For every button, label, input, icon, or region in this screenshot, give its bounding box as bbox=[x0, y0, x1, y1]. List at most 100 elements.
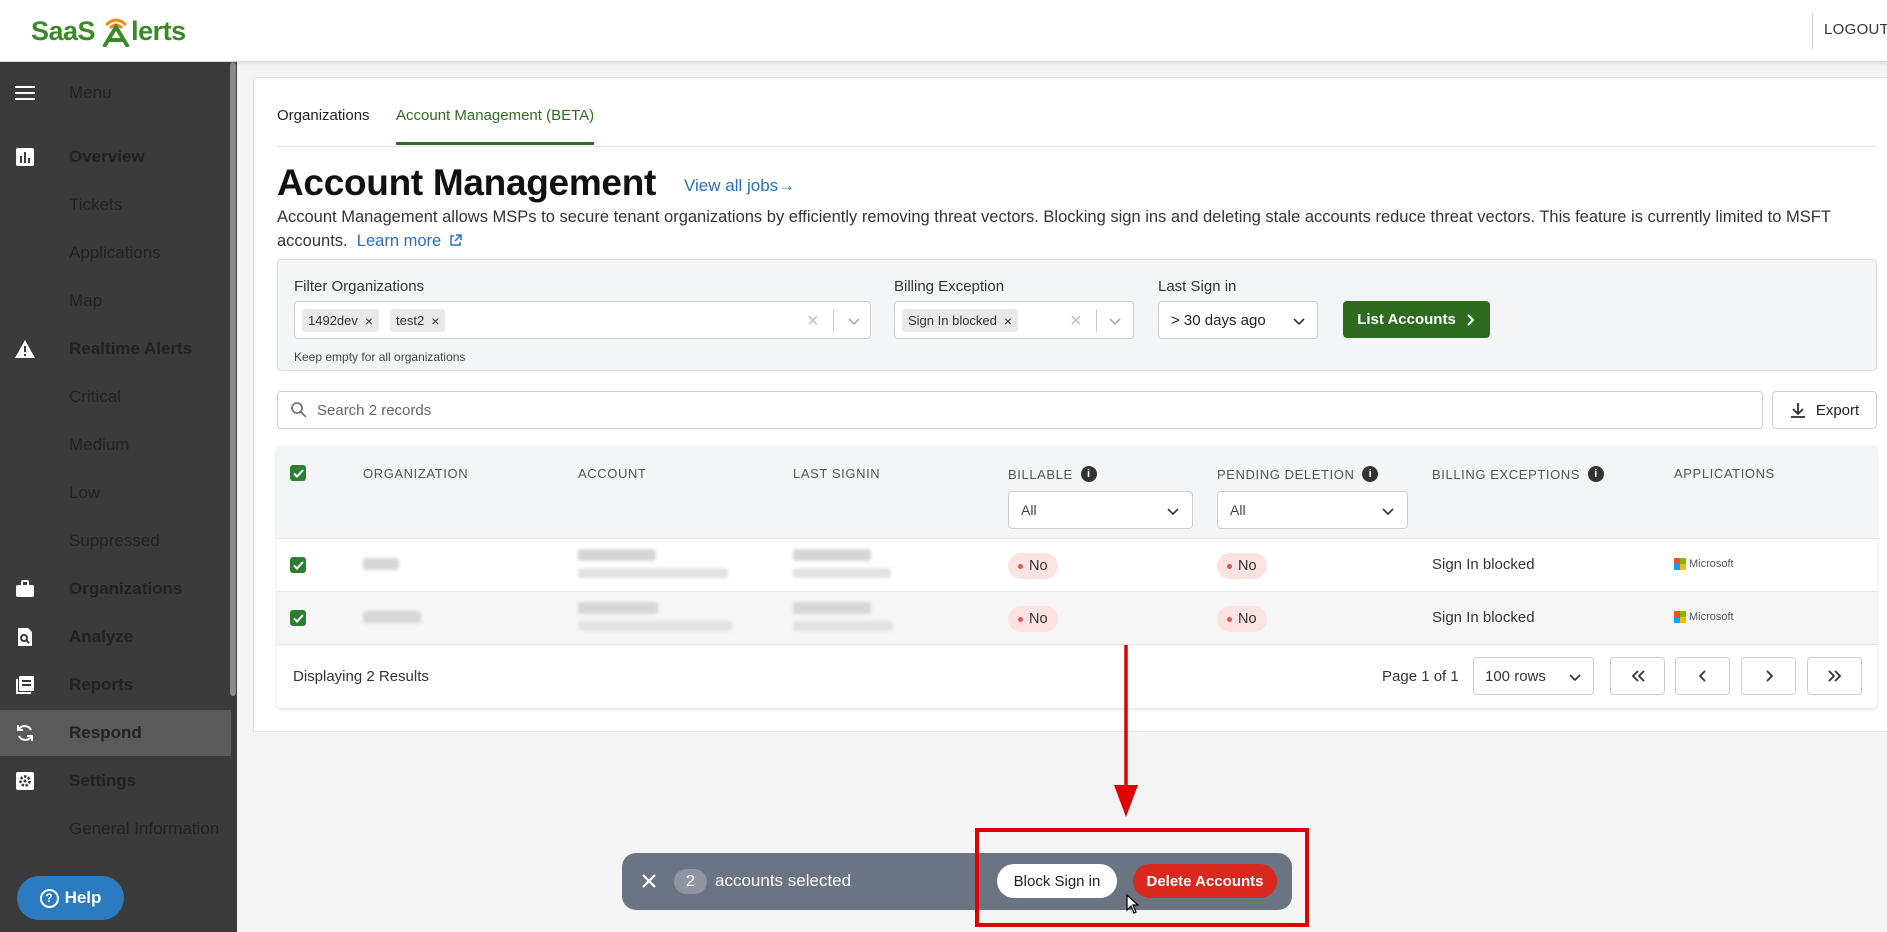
column-header-account[interactable]: ACCOUNT bbox=[578, 466, 646, 481]
sidebar-item-label: Settings bbox=[69, 771, 137, 790]
sidebar-item-overview[interactable]: Overview bbox=[0, 134, 231, 180]
sidebar-item-low[interactable]: Low bbox=[0, 470, 231, 516]
help-button[interactable]: ? Help bbox=[17, 876, 124, 920]
search-input[interactable] bbox=[317, 392, 1717, 428]
sidebar-item-organizations[interactable]: Organizations bbox=[0, 566, 231, 612]
clear-icon[interactable]: × bbox=[807, 310, 819, 333]
page-description: Account Management allows MSPs to secure… bbox=[277, 205, 1837, 253]
sidebar-item-realtime-alerts[interactable]: Realtime Alerts bbox=[0, 326, 231, 372]
list-accounts-button[interactable]: List Accounts bbox=[1343, 301, 1490, 338]
info-icon[interactable]: i bbox=[1588, 466, 1605, 482]
badge-label: No bbox=[1029, 558, 1048, 574]
description-text: Account Management allows MSPs to secure… bbox=[277, 208, 1831, 250]
results-count: Displaying 2 Results bbox=[293, 668, 429, 685]
analyze-icon bbox=[14, 626, 36, 648]
learn-more-link[interactable]: Learn more bbox=[357, 232, 462, 250]
column-label: ORGANIZATION bbox=[363, 466, 469, 481]
page-indicator: Page 1 of 1 bbox=[1382, 668, 1459, 685]
double-chevron-right-icon bbox=[1827, 670, 1841, 682]
chevron-down-icon[interactable] bbox=[1108, 314, 1122, 328]
rows-per-page-select[interactable]: 100 rows bbox=[1473, 657, 1594, 695]
billing-chip: Sign In blocked × bbox=[902, 309, 1019, 332]
sidebar-item-label: Organizations bbox=[69, 579, 183, 598]
sidebar-item-settings[interactable]: Settings bbox=[0, 758, 231, 804]
sidebar-item-menu[interactable]: Menu bbox=[0, 70, 231, 116]
logo-text: SaaS bbox=[31, 15, 96, 46]
mouse-cursor-icon bbox=[1126, 894, 1140, 914]
application-label: Microsoft bbox=[1689, 558, 1734, 570]
next-page-button[interactable] bbox=[1741, 657, 1796, 695]
table-row[interactable]: No No Sign In blocked Microsoft bbox=[277, 592, 1877, 645]
sidebar-item-general-information[interactable]: General Information bbox=[0, 806, 231, 852]
tab-account-management[interactable]: Account Management (BETA) bbox=[396, 107, 595, 145]
last-signin-label: Last Sign in bbox=[1158, 278, 1237, 295]
last-signin-select[interactable]: > 30 days ago bbox=[1158, 301, 1318, 339]
row-checkbox[interactable] bbox=[290, 557, 306, 573]
application-microsoft: Microsoft bbox=[1674, 611, 1734, 623]
clear-icon[interactable]: × bbox=[1070, 310, 1082, 333]
divider bbox=[1096, 310, 1097, 332]
view-all-jobs-link[interactable]: View all jobs→ bbox=[684, 176, 795, 196]
sidebar-item-label: Low bbox=[69, 483, 101, 502]
column-header-last-signin[interactable]: LAST SIGNIN bbox=[793, 466, 880, 481]
row-checkbox[interactable] bbox=[290, 610, 306, 626]
column-header-billable[interactable]: BILLABLE i bbox=[1008, 466, 1097, 482]
sidebar-item-analyze[interactable]: Analyze bbox=[0, 614, 231, 660]
tab-bar: Organizations Account Management (BETA) bbox=[277, 97, 1877, 147]
column-label: APPLICATIONS bbox=[1674, 466, 1775, 481]
chip-label: 1492dev bbox=[308, 313, 358, 328]
tab-organizations[interactable]: Organizations bbox=[277, 107, 370, 142]
logout-button[interactable]: LOGOUT bbox=[1824, 21, 1887, 38]
sidebar-item-suppressed[interactable]: Suppressed bbox=[0, 518, 231, 564]
divider bbox=[1812, 13, 1813, 49]
check-icon bbox=[292, 613, 304, 623]
top-bar: SaaS lerts LOGOUT bbox=[0, 0, 1887, 62]
page-title: Account Management bbox=[277, 162, 657, 203]
briefcase-icon bbox=[14, 578, 36, 600]
sidebar-item-label: Respond bbox=[69, 723, 142, 742]
close-icon[interactable] bbox=[637, 869, 661, 893]
sidebar-item-medium[interactable]: Medium bbox=[0, 422, 231, 468]
sidebar-item-respond[interactable]: Respond bbox=[0, 710, 231, 756]
redacted-account-email bbox=[578, 621, 732, 631]
info-icon[interactable]: i bbox=[1080, 466, 1097, 482]
remove-chip-icon[interactable]: × bbox=[1004, 313, 1012, 329]
export-button[interactable]: Export bbox=[1772, 391, 1877, 429]
column-header-billing-exceptions[interactable]: BILLING EXCEPTIONS i bbox=[1432, 466, 1605, 482]
sidebar-item-critical[interactable]: Critical bbox=[0, 374, 231, 420]
chevron-left-icon bbox=[1698, 670, 1706, 682]
sidebar-item-label: Applications bbox=[69, 243, 161, 262]
sidebar-item-label: Suppressed bbox=[69, 531, 160, 550]
redacted-account-email bbox=[578, 568, 728, 578]
remove-chip-icon[interactable]: × bbox=[365, 313, 373, 329]
sidebar-item-tickets[interactable]: Tickets bbox=[0, 182, 231, 228]
pending-deletion-filter-select[interactable]: All bbox=[1217, 491, 1408, 529]
billable-filter-value: All bbox=[1021, 502, 1037, 518]
column-header-organization[interactable]: ORGANIZATION bbox=[363, 466, 468, 481]
billable-filter-select[interactable]: All bbox=[1008, 491, 1193, 529]
filter-organizations-label: Filter Organizations bbox=[294, 278, 425, 295]
previous-page-button[interactable] bbox=[1675, 657, 1730, 695]
column-label: BILLING EXCEPTIONS bbox=[1432, 466, 1581, 482]
table-header: ORGANIZATION ACCOUNT LAST SIGNIN BILLABL… bbox=[277, 446, 1877, 539]
sidebar-item-map[interactable]: Map bbox=[0, 278, 231, 324]
billing-exception-select[interactable]: Sign In blocked × × bbox=[894, 301, 1134, 339]
sidebar-item-reports[interactable]: Reports bbox=[0, 662, 231, 708]
organization-multiselect[interactable]: 1492dev × test2 × × bbox=[294, 301, 871, 339]
redacted-signin-time bbox=[793, 568, 891, 578]
org-chip: test2 × bbox=[390, 309, 446, 332]
column-header-applications[interactable]: APPLICATIONS bbox=[1674, 466, 1775, 481]
info-icon[interactable]: i bbox=[1362, 466, 1379, 482]
sidebar-item-applications[interactable]: Applications bbox=[0, 230, 231, 276]
chevron-right-icon bbox=[1467, 313, 1475, 326]
saas-alerts-logo[interactable]: SaaS lerts bbox=[31, 13, 186, 49]
chevron-down-icon[interactable] bbox=[847, 314, 861, 328]
table-row[interactable]: No No Sign In blocked Microsoft bbox=[277, 539, 1877, 592]
accounts-table: ORGANIZATION ACCOUNT LAST SIGNIN BILLABL… bbox=[277, 446, 1877, 708]
first-page-button[interactable] bbox=[1610, 657, 1665, 695]
last-page-button[interactable] bbox=[1807, 657, 1862, 695]
select-all-checkbox[interactable] bbox=[290, 465, 306, 481]
column-header-pending-deletion[interactable]: PENDING DELETION i bbox=[1217, 466, 1379, 482]
redacted-organization bbox=[363, 558, 399, 570]
remove-chip-icon[interactable]: × bbox=[431, 313, 439, 329]
